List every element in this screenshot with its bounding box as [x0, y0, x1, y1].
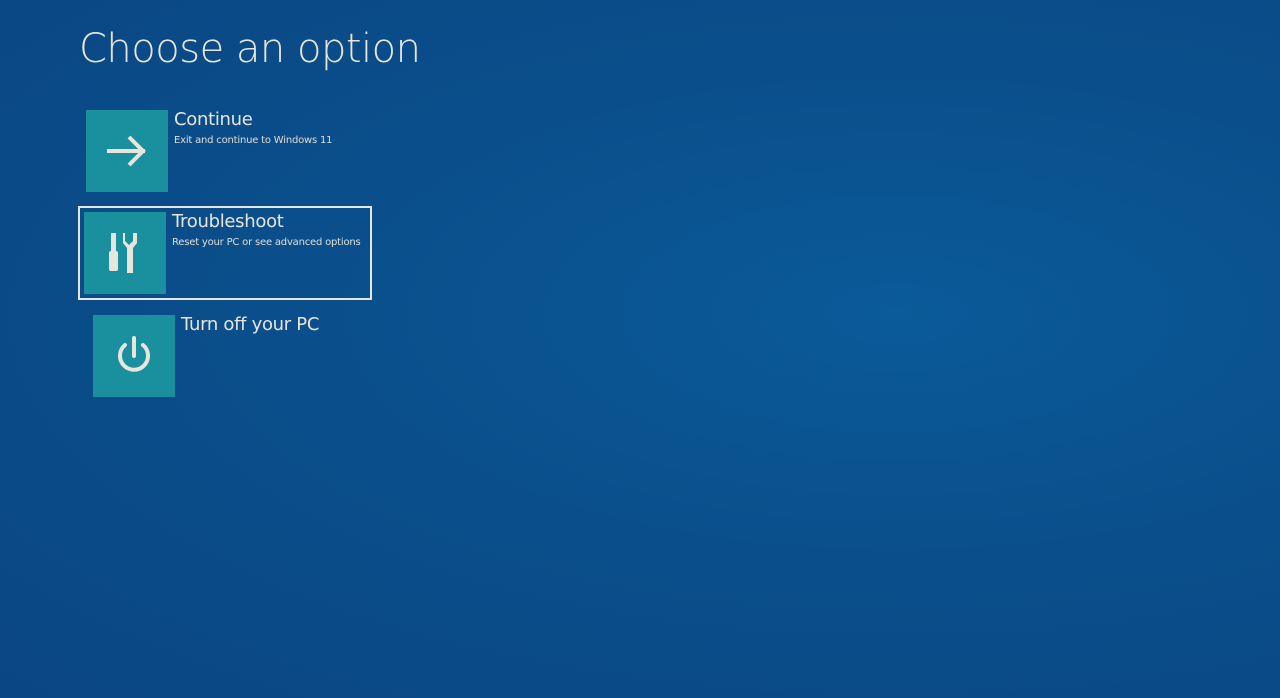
- troubleshoot-label: Troubleshoot: [172, 211, 284, 232]
- continue-option[interactable]: Continue Exit and continue to Windows 11: [80, 104, 374, 198]
- troubleshoot-option[interactable]: Troubleshoot Reset your PC or see advanc…: [78, 206, 372, 300]
- turn-off-option[interactable]: Turn off your PC: [87, 309, 381, 403]
- turn-off-label: Turn off your PC: [181, 314, 320, 335]
- power-icon: [118, 336, 150, 372]
- tools-icon: [109, 233, 137, 273]
- troubleshoot-description: Reset your PC or see advanced options: [172, 237, 361, 248]
- continue-description: Exit and continue to Windows 11: [174, 135, 333, 146]
- page-title: Choose an option: [79, 26, 421, 72]
- continue-label: Continue: [174, 109, 253, 130]
- troubleshoot-tile[interactable]: [84, 212, 166, 294]
- continue-tile[interactable]: [86, 110, 168, 192]
- turn-off-tile[interactable]: [93, 315, 175, 397]
- arrow-right-icon: [107, 135, 146, 167]
